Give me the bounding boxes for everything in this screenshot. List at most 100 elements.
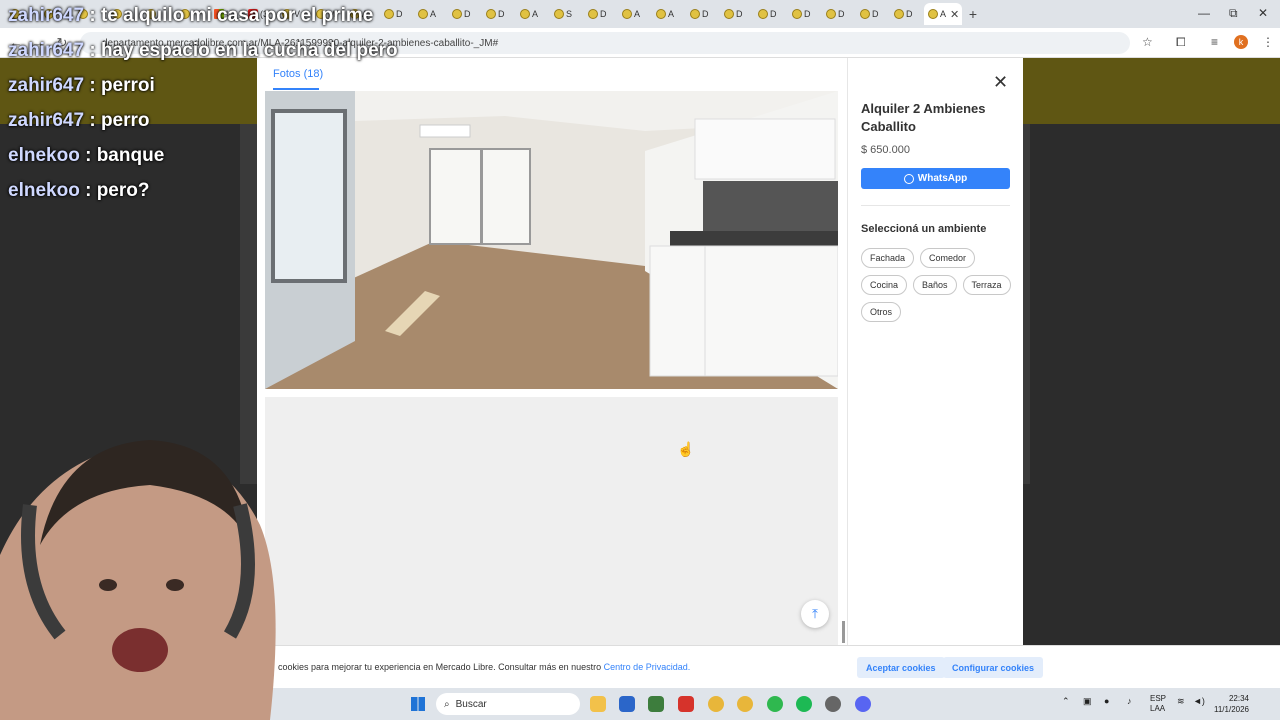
language-code: ESP xyxy=(1150,694,1167,703)
tab-label: D xyxy=(804,9,811,19)
browser-tab[interactable]: A xyxy=(516,3,550,25)
tab-favicon-icon xyxy=(690,9,700,19)
file-explorer-icon[interactable] xyxy=(590,696,606,712)
chip-cocina[interactable]: Cocina xyxy=(861,275,908,295)
chat-user: zahir647 xyxy=(8,5,85,26)
store-icon[interactable] xyxy=(648,696,664,712)
chat-user: elnekoo xyxy=(8,180,80,201)
windows-start-icon[interactable] xyxy=(411,697,425,711)
listing-price: $ 650.000 xyxy=(861,144,910,156)
cookie-text: cookies para mejorar tu experiencia en M… xyxy=(278,662,604,672)
privacy-center-link[interactable]: Centro de Privacidad. xyxy=(604,662,691,672)
search-placeholder: Buscar xyxy=(455,698,487,710)
browser-tab[interactable]: A xyxy=(414,3,448,25)
chat-message: elnekoo : banque xyxy=(8,145,165,166)
browser-tab[interactable]: D xyxy=(890,3,924,25)
chat-user: zahir647 xyxy=(8,110,85,131)
hand-cursor-icon: ☝ xyxy=(677,441,695,457)
chat-text: banque xyxy=(96,145,165,166)
chip-banos[interactable]: Baños xyxy=(913,275,957,295)
app-icon[interactable] xyxy=(619,696,635,712)
tab-label: S xyxy=(566,9,573,19)
whatsapp-button[interactable]: WhatsApp xyxy=(861,168,1010,189)
chat-user: zahir647 xyxy=(8,75,85,96)
browser-tab[interactable]: A xyxy=(652,3,686,25)
browser-tab[interactable]: D xyxy=(380,3,414,25)
browser-tab[interactable]: D xyxy=(584,3,618,25)
chat-user: zahir647 xyxy=(8,40,85,61)
chat-text: pero? xyxy=(96,180,150,201)
wifi-icon[interactable]: ≋ xyxy=(1177,696,1185,707)
chat-text: te alquilo mi casa por el prime xyxy=(100,5,374,26)
language-indicator[interactable]: ESP LAA xyxy=(1150,694,1166,714)
next-photo-placeholder xyxy=(265,397,838,645)
chip-otros[interactable]: Otros xyxy=(861,302,902,322)
tab-favicon-icon xyxy=(384,9,394,19)
menu-icon[interactable]: ⋮ xyxy=(1262,35,1274,49)
new-tab-icon[interactable]: + xyxy=(962,6,984,22)
listing-photo[interactable] xyxy=(265,91,838,389)
browser-tab[interactable]: S xyxy=(550,3,584,25)
browser-tab[interactable]: D xyxy=(482,3,516,25)
browser-tab[interactable]: D xyxy=(856,3,890,25)
scrollbar[interactable] xyxy=(842,621,845,643)
chevron-up-icon[interactable]: ⌃ xyxy=(1062,696,1070,707)
browser-tab[interactable]: D xyxy=(686,3,720,25)
browser-tab[interactable]: D xyxy=(754,3,788,25)
minimize-icon[interactable]: — xyxy=(1198,6,1210,20)
clock[interactable]: 22:34 11/1/2026 xyxy=(1214,693,1249,715)
scroll-to-top-button[interactable]: ⤒ xyxy=(801,600,829,628)
chrome-icon[interactable] xyxy=(708,696,724,712)
browser-tab[interactable]: D xyxy=(720,3,754,25)
close-window-icon[interactable]: ✕ xyxy=(1258,6,1268,20)
room-chip-list: Fachada Comedor Cocina Baños Terraza Otr… xyxy=(861,248,1021,322)
apartment-photo xyxy=(265,91,838,389)
tab-favicon-icon xyxy=(758,9,768,19)
tab-favicon-icon xyxy=(894,9,904,19)
webcam-overlay xyxy=(0,440,276,720)
chip-comedor[interactable]: Comedor xyxy=(920,248,976,268)
discord-icon[interactable] xyxy=(855,696,871,712)
office-icon[interactable] xyxy=(678,696,694,712)
tab-photos[interactable]: Fotos (18) xyxy=(273,68,323,80)
browser-tab[interactable]: A ✕ xyxy=(924,3,962,25)
browser-tab[interactable]: D xyxy=(788,3,822,25)
chrome-profile-icon[interactable] xyxy=(737,696,753,712)
tab-favicon-icon xyxy=(656,9,666,19)
media-icon[interactable]: ≡ xyxy=(1211,35,1218,49)
spotify-icon[interactable] xyxy=(796,696,812,712)
bookmark-star-icon[interactable]: ☆ xyxy=(1142,35,1153,49)
tab-label: D xyxy=(872,9,879,19)
volume-icon[interactable]: ◄) xyxy=(1193,696,1205,706)
chat-message: zahir647 : hay espacio en la cucha del p… xyxy=(8,40,398,61)
profile-avatar[interactable]: k xyxy=(1234,35,1248,49)
whatsapp-icon xyxy=(903,173,914,184)
restore-icon[interactable]: ⧉ xyxy=(1229,6,1238,21)
microphone-icon[interactable]: ♪ xyxy=(1127,696,1132,706)
extensions-icon[interactable]: ⧠ xyxy=(1176,35,1186,50)
steam-icon[interactable] xyxy=(825,696,841,712)
close-icon[interactable]: ✕ xyxy=(993,72,1008,93)
browser-tab[interactable]: A xyxy=(618,3,652,25)
chat-user: elnekoo xyxy=(8,145,80,166)
configure-cookies-button[interactable]: Configurar cookies xyxy=(943,657,1044,678)
chat-message: zahir647 : perroi xyxy=(8,75,155,96)
taskbar-search[interactable]: ⌕ Buscar xyxy=(436,693,580,715)
accept-cookies-button[interactable]: Aceptar cookies xyxy=(857,657,945,678)
chip-fachada[interactable]: Fachada xyxy=(861,248,915,268)
whatsapp-taskbar-icon[interactable] xyxy=(767,696,783,712)
tray-record-icon[interactable]: ● xyxy=(1104,696,1109,706)
chat-text: perroi xyxy=(100,75,155,96)
tab-label: A xyxy=(430,9,437,19)
browser-tab[interactable]: D xyxy=(822,3,856,25)
tab-label: D xyxy=(770,9,777,19)
browser-tab[interactable]: D xyxy=(448,3,482,25)
search-icon: ⌕ xyxy=(444,698,450,710)
whatsapp-label: WhatsApp xyxy=(917,173,968,184)
photo-gallery-modal: Fotos (18) ⤒ ✕ Alquiler 2 Ambienes Cabal… xyxy=(257,58,1023,645)
listing-title: Alquiler 2 Ambienes Caballito xyxy=(861,101,986,134)
tray-app-icon[interactable]: ▣ xyxy=(1083,696,1092,707)
tab-favicon-icon xyxy=(486,9,496,19)
chip-terraza[interactable]: Terraza xyxy=(962,275,1011,295)
tab-close-icon[interactable]: ✕ xyxy=(950,8,959,21)
